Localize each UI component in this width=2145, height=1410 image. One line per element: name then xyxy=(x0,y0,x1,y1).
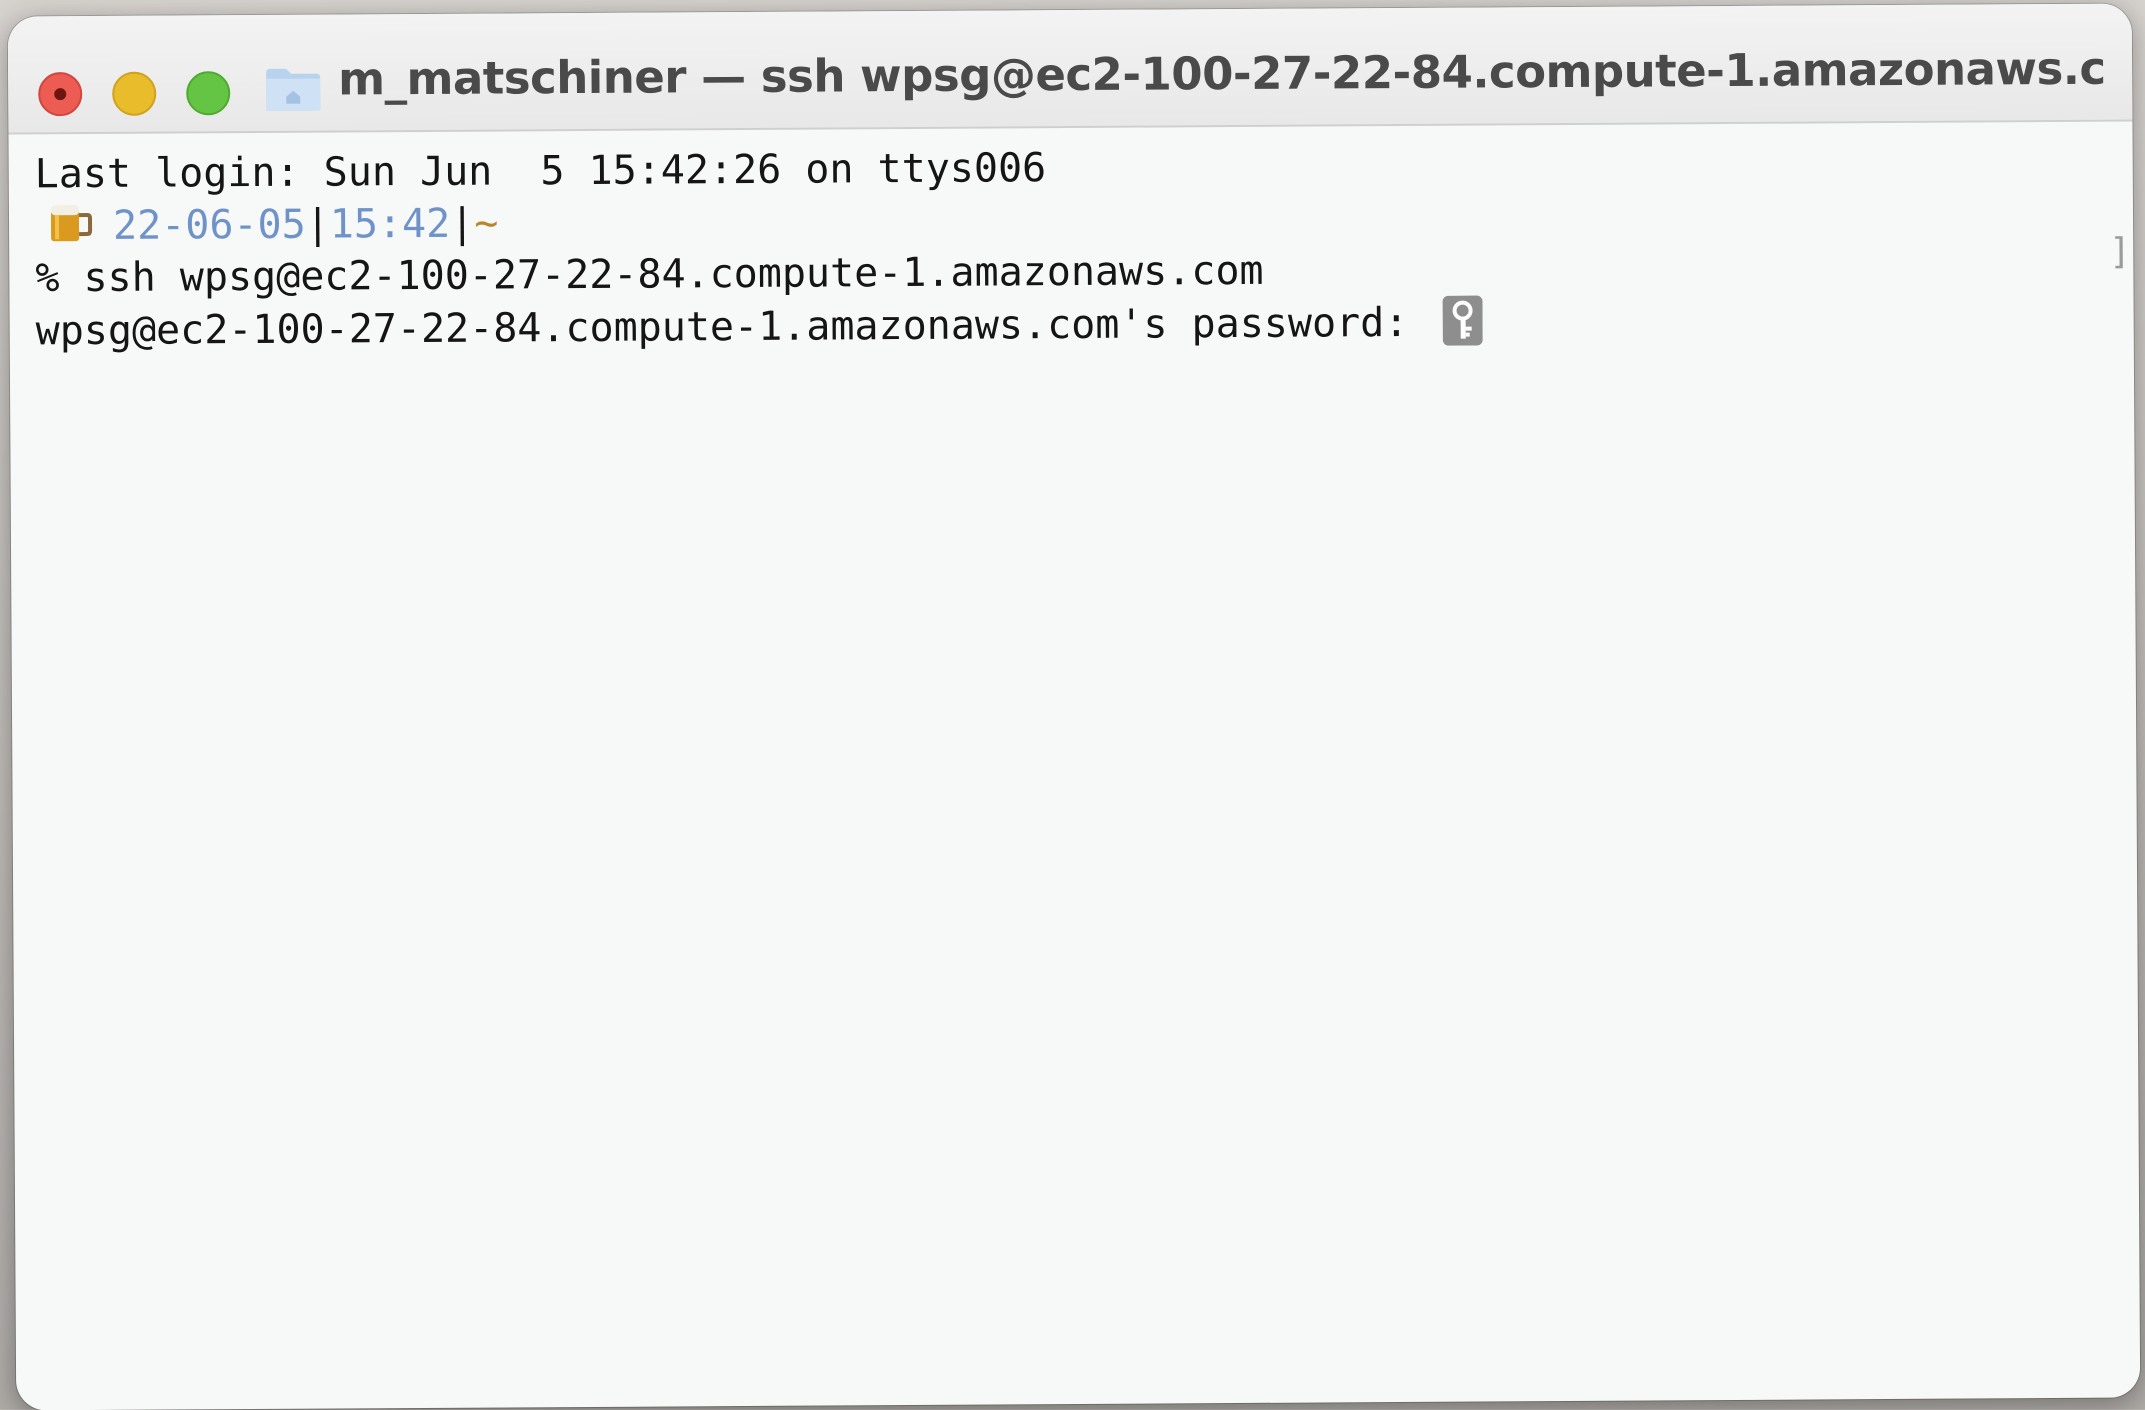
title-bar[interactable]: m_matschiner — ssh wpsg@ec2-100-27-22-84… xyxy=(7,3,2133,135)
prompt-time: 15:42 xyxy=(329,200,451,248)
terminal-window[interactable]: m_matschiner — ssh wpsg@ec2-100-27-22-84… xyxy=(7,3,2141,1410)
maximize-button[interactable] xyxy=(186,71,231,116)
key-icon xyxy=(1442,295,1483,346)
prompt-separator: | xyxy=(305,201,330,248)
prompt-separator-2: | xyxy=(450,200,475,247)
prompt-path: ~ xyxy=(474,200,499,247)
close-icon xyxy=(54,88,67,101)
window-title: m_matschiner — ssh wpsg@ec2-100-27-22-84… xyxy=(337,41,2109,106)
beer-mug-icon xyxy=(50,205,93,242)
home-folder-icon xyxy=(266,68,321,111)
prompt-date: 22-06-05 xyxy=(112,201,306,249)
scroll-marker: ] xyxy=(2109,231,2132,273)
close-button[interactable] xyxy=(38,72,83,117)
password-prompt-text: wpsg@ec2-100-27-22-84.compute-1.amazonaw… xyxy=(35,299,1433,355)
desktop-background: m_matschiner — ssh wpsg@ec2-100-27-22-84… xyxy=(0,0,2145,1410)
minimize-button[interactable] xyxy=(112,71,157,116)
terminal-content[interactable]: Last login: Sun Jun 5 15:42:26 on ttys00… xyxy=(35,136,2116,357)
